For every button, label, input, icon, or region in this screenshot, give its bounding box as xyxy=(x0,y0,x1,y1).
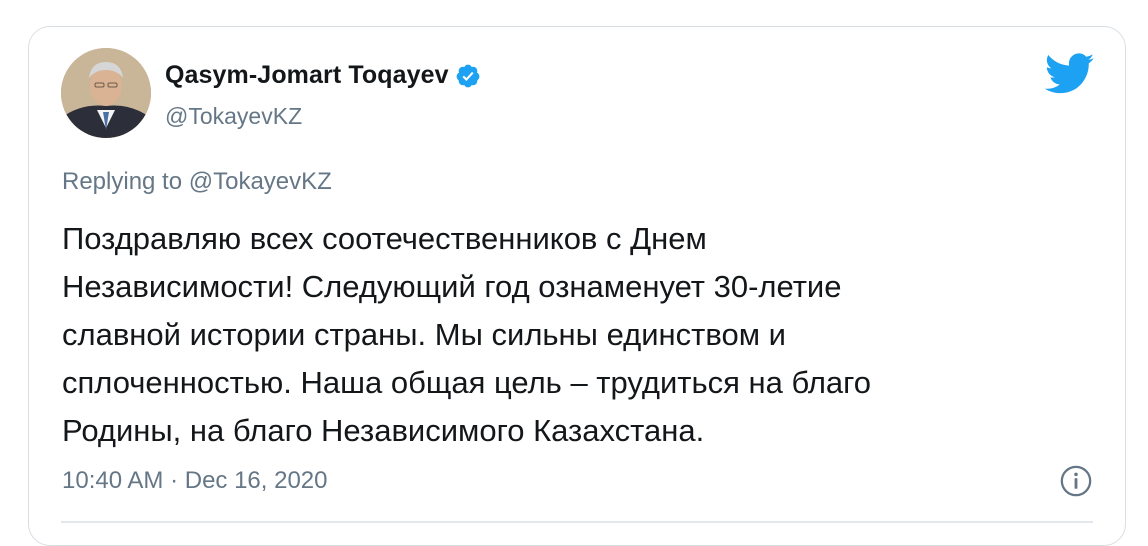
verified-badge-icon xyxy=(456,64,479,87)
replying-to[interactable]: Replying to @TokayevKZ xyxy=(62,168,332,196)
twitter-bird-icon[interactable] xyxy=(1045,53,1095,95)
avatar[interactable] xyxy=(61,48,151,138)
tweet-text: Поздравляю всех соотечественников с Днем… xyxy=(62,221,872,448)
divider xyxy=(61,521,1093,523)
info-icon[interactable] xyxy=(1059,464,1093,498)
author-row: Qasym-Jomart Toqayev xyxy=(165,61,481,90)
tweet-card: Qasym-Jomart Toqayev @TokayevKZ Replying… xyxy=(28,26,1126,546)
tweet-timestamp[interactable]: 10:40 AM · Dec 16, 2020 xyxy=(62,467,328,495)
user-handle[interactable]: @TokayevKZ xyxy=(165,103,302,130)
display-name[interactable]: Qasym-Jomart Toqayev xyxy=(165,61,449,90)
avatar-photo xyxy=(61,48,151,138)
